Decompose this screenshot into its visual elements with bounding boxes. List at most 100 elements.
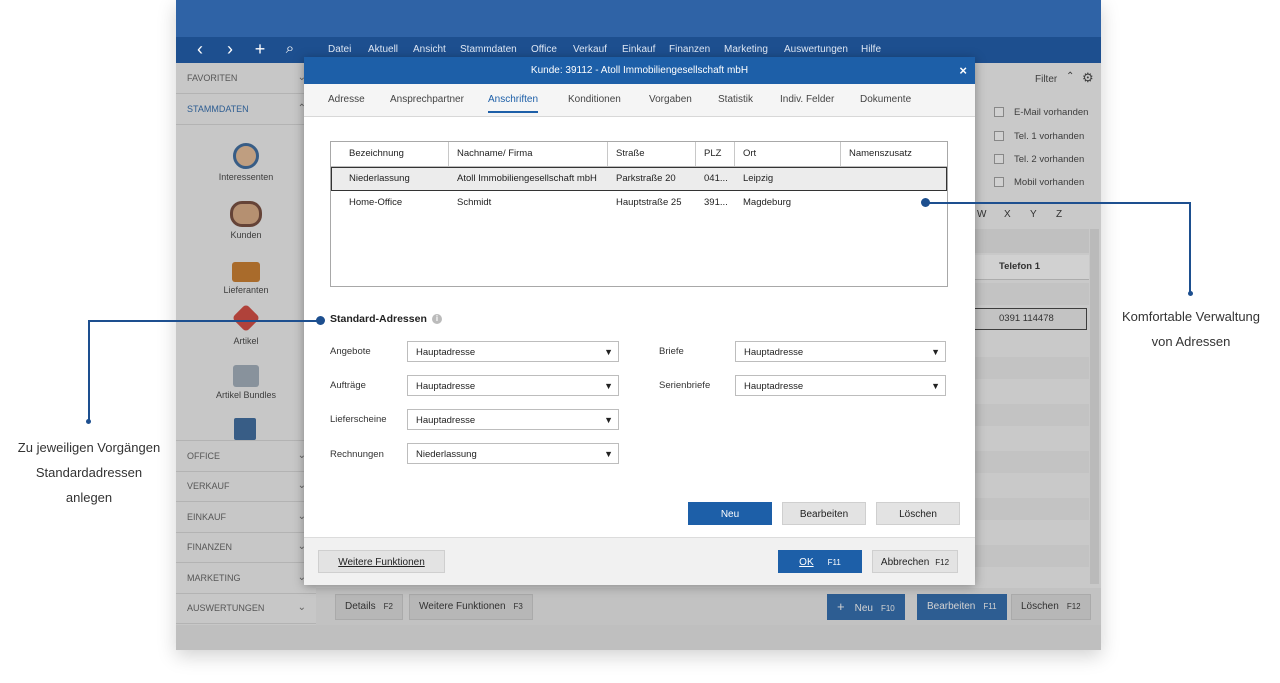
dropdown-arrow-icon: ▼ — [604, 449, 613, 459]
table-header-row: Bezeichnung Nachname/ Firma Straße PLZ O… — [331, 142, 947, 167]
table-cell: Parkstraße 20 — [616, 173, 676, 184]
field-label: Serienbriefe — [659, 380, 711, 391]
column-header[interactable]: Ort — [735, 142, 841, 166]
dialog-title-bar: Kunde: 39112 - Atoll Immobiliengesellsch… — [304, 57, 975, 84]
bearbeiten-address-button[interactable]: Bearbeiten — [782, 502, 866, 525]
menu-marketing[interactable]: Marketing — [724, 44, 768, 55]
column-header[interactable]: Nachname/ Firma — [449, 142, 608, 166]
customer-dialog: Kunde: 39112 - Atoll Immobiliengesellsch… — [304, 57, 975, 585]
callout-text-left: Zu jeweiligen Vorgängen Standardadressen… — [4, 435, 174, 510]
callout-line — [926, 202, 1191, 204]
dropdown-arrow-icon: ▼ — [604, 415, 613, 425]
table-cell — [841, 167, 947, 191]
callout-line — [88, 320, 318, 322]
menu-aktuell[interactable]: Aktuell — [368, 44, 398, 55]
menu-office[interactable]: Office — [531, 44, 557, 55]
lieferscheine-select[interactable]: Hauptadresse ▼ — [407, 409, 619, 430]
field-label: Briefe — [659, 346, 684, 357]
add-icon[interactable]: + — [248, 37, 272, 61]
abbrechen-button[interactable]: Abbrechen F12 — [872, 550, 958, 573]
angebote-select[interactable]: Hauptadresse ▼ — [407, 341, 619, 362]
menu-einkauf[interactable]: Einkauf — [622, 44, 655, 55]
table-row[interactable]: Niederlassung Atoll Immobiliengesellscha… — [331, 167, 947, 191]
menu-verkauf[interactable]: Verkauf — [573, 44, 607, 55]
ok-button[interactable]: OK F11 — [778, 550, 862, 573]
select-value: Hauptadresse — [416, 415, 476, 426]
callout-line-text: Zu jeweiligen Vorgängen — [17, 440, 161, 455]
callout-line-text: Standardadressen — [35, 465, 143, 480]
menu-ansicht[interactable]: Ansicht — [413, 44, 446, 55]
callout-dot — [1188, 291, 1193, 296]
auftraege-select[interactable]: Hauptadresse ▼ — [407, 375, 619, 396]
table-row[interactable]: Home-Office Schmidt Hauptstraße 25 391..… — [331, 191, 947, 215]
shortcut-label: F12 — [935, 558, 950, 567]
table-cell: Home-Office — [349, 197, 403, 208]
table-cell: Niederlassung — [349, 173, 410, 184]
table-cell: 391... — [704, 197, 728, 208]
select-value: Niederlassung — [416, 449, 477, 460]
menu-stammdaten[interactable]: Stammdaten — [460, 44, 517, 55]
title-bar — [176, 0, 1101, 37]
dialog-footer: Weitere Funktionen OK F11 Abbrechen F12 — [304, 537, 975, 585]
address-table: Bezeichnung Nachname/ Firma Straße PLZ O… — [330, 141, 948, 287]
field-label: Aufträge — [330, 380, 366, 391]
tab-ansprechpartner[interactable]: Ansprechpartner — [390, 94, 464, 105]
neu-address-button[interactable]: Neu — [688, 502, 772, 525]
loeschen-address-button[interactable]: Löschen — [876, 502, 960, 525]
tab-statistik[interactable]: Statistik — [718, 94, 753, 105]
section-title: Standard-Adressen — [330, 313, 427, 325]
tab-anschriften[interactable]: Anschriften — [488, 94, 539, 113]
serienbriefe-select[interactable]: Hauptadresse ▼ — [735, 375, 946, 396]
dropdown-arrow-icon: ▼ — [604, 347, 613, 357]
forward-icon[interactable]: › — [218, 37, 242, 61]
dropdown-arrow-icon: ▼ — [931, 381, 940, 391]
menu-hilfe[interactable]: Hilfe — [861, 44, 881, 55]
button-label: Abbrechen — [880, 557, 930, 568]
menu-finanzen[interactable]: Finanzen — [669, 44, 710, 55]
tab-dokumente[interactable]: Dokumente — [860, 94, 911, 105]
button-label: Weitere Funktionen — [338, 557, 425, 568]
table-cell: Leipzig — [743, 173, 774, 184]
select-value: Hauptadresse — [416, 381, 476, 392]
weitere-funktionen-dialog-button[interactable]: Weitere Funktionen — [318, 550, 445, 573]
info-icon[interactable]: i — [432, 314, 442, 324]
tab-konditionen[interactable]: Konditionen — [568, 94, 621, 105]
column-header[interactable]: Namenszusatz — [841, 142, 947, 166]
field-label: Angebote — [330, 346, 371, 357]
column-header[interactable]: PLZ — [696, 142, 735, 166]
column-header[interactable]: Straße — [608, 142, 696, 166]
field-label: Rechnungen — [330, 449, 384, 460]
dropdown-arrow-icon: ▼ — [931, 347, 940, 357]
field-label: Lieferscheine — [330, 414, 387, 425]
column-header[interactable]: Bezeichnung — [341, 142, 449, 166]
callout-text-right: Komfortable Verwaltung von Adressen — [1108, 304, 1274, 354]
search-icon[interactable]: ⌕ — [278, 37, 302, 61]
tab-bar: Adresse Ansprechpartner Anschriften Kond… — [304, 84, 975, 117]
table-cell: Schmidt — [457, 197, 492, 208]
button-label: OK — [799, 557, 814, 568]
menu-datei[interactable]: Datei — [328, 44, 351, 55]
callout-line-text: von Adressen — [1151, 334, 1231, 349]
table-cell: 041... — [704, 173, 728, 184]
back-icon[interactable]: ‹ — [188, 37, 212, 61]
callout-line — [88, 320, 90, 422]
tab-indiv-felder[interactable]: Indiv. Felder — [780, 94, 834, 105]
table-cell: Atoll Immobiliengesellschaft mbH — [457, 173, 597, 184]
callout-line-text: Komfortable Verwaltung — [1121, 309, 1261, 324]
tab-adresse[interactable]: Adresse — [328, 94, 365, 105]
dialog-title: Kunde: 39112 - Atoll Immobiliengesellsch… — [530, 65, 749, 76]
tab-vorgaben[interactable]: Vorgaben — [649, 94, 692, 105]
table-cell: Hauptstraße 25 — [616, 197, 682, 208]
callout-line-text: anlegen — [65, 490, 113, 505]
select-value: Hauptadresse — [744, 381, 804, 392]
callout-line — [1189, 202, 1191, 294]
table-cell: Magdeburg — [743, 197, 792, 208]
menu-auswertungen[interactable]: Auswertungen — [784, 44, 848, 55]
select-value: Hauptadresse — [416, 347, 476, 358]
close-icon[interactable]: × — [959, 57, 967, 84]
shortcut-label: F11 — [827, 558, 841, 567]
briefe-select[interactable]: Hauptadresse ▼ — [735, 341, 946, 362]
rechnungen-select[interactable]: Niederlassung ▼ — [407, 443, 619, 464]
callout-dot — [86, 419, 91, 424]
select-value: Hauptadresse — [744, 347, 804, 358]
